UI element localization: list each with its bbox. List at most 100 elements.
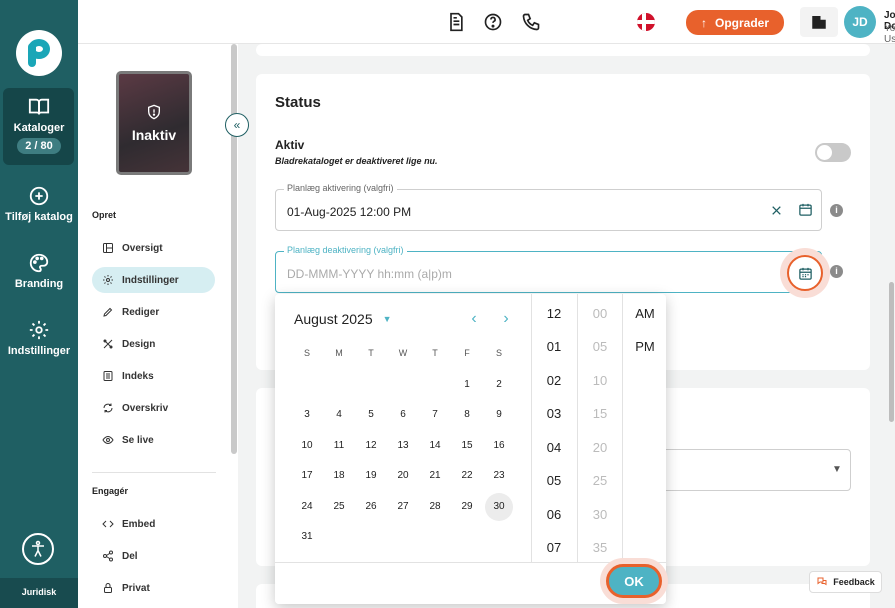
- list-icon: [103, 371, 113, 381]
- calendar-day[interactable]: 12: [357, 432, 385, 460]
- calendar-day[interactable]: 11: [325, 432, 353, 460]
- caret-down-icon: ▼: [832, 464, 842, 475]
- activation-info-icon[interactable]: i: [830, 204, 843, 217]
- calendar-day[interactable]: 4: [325, 401, 353, 429]
- calendar-day[interactable]: 1: [453, 371, 481, 399]
- rail-label-add-catalog: Tilføj katalog: [5, 211, 73, 223]
- nav-indeks[interactable]: Indeks: [92, 363, 215, 389]
- calendar-day[interactable]: 21: [421, 462, 449, 490]
- brand-logo[interactable]: [16, 30, 62, 76]
- nav-indstillinger[interactable]: Indstillinger: [92, 267, 215, 293]
- calendar-day[interactable]: 2: [485, 371, 513, 399]
- minute-option[interactable]: 35: [577, 540, 623, 555]
- aktiv-toggle[interactable]: [815, 143, 851, 162]
- calendar-day[interactable]: 9: [485, 401, 513, 429]
- calendar-day[interactable]: 24: [293, 493, 321, 521]
- calendar-day[interactable]: 22: [453, 462, 481, 490]
- hour-option[interactable]: 07: [531, 540, 577, 555]
- minute-option[interactable]: 20: [577, 440, 623, 455]
- feedback-icon: [817, 577, 827, 586]
- month-selector[interactable]: August 2025 ▼: [294, 311, 392, 327]
- hour-option[interactable]: 04: [531, 440, 577, 455]
- calendar-day[interactable]: 5: [357, 401, 385, 429]
- nav-embed[interactable]: Embed: [92, 511, 215, 537]
- calendar-day[interactable]: 18: [325, 462, 353, 490]
- avatar[interactable]: JD: [844, 6, 876, 38]
- deactivation-info-icon[interactable]: i: [830, 265, 843, 278]
- cover-status-label: Inaktiv: [131, 127, 177, 143]
- calendar-day[interactable]: 28: [421, 493, 449, 521]
- calendar-day[interactable]: 29: [453, 493, 481, 521]
- calendar-day[interactable]: 23: [485, 462, 513, 490]
- calendar-day[interactable]: 19: [357, 462, 385, 490]
- hour-option[interactable]: 03: [531, 406, 577, 421]
- hour-option[interactable]: 05: [531, 473, 577, 488]
- calendar-day[interactable]: 20: [389, 462, 417, 490]
- nav-rediger[interactable]: Rediger: [92, 299, 215, 325]
- minute-option[interactable]: 30: [577, 507, 623, 522]
- calendar-day[interactable]: 25: [325, 493, 353, 521]
- calendar-day[interactable]: 26: [357, 493, 385, 521]
- activation-field-value: 01-Aug-2025 12:00 PM: [287, 205, 412, 219]
- clear-icon[interactable]: [770, 204, 783, 217]
- pm-option[interactable]: PM: [622, 339, 666, 354]
- hour-option[interactable]: 12: [531, 306, 577, 321]
- rail-item-add-catalog[interactable]: Tilføj katalog: [0, 185, 78, 223]
- next-month-button[interactable]: ›: [497, 310, 515, 328]
- prev-month-button[interactable]: ‹: [465, 310, 483, 328]
- minute-option[interactable]: 25: [577, 473, 623, 488]
- minute-option[interactable]: 15: [577, 406, 623, 421]
- calendar-day[interactable]: 17: [293, 462, 321, 490]
- minute-option[interactable]: 10: [577, 373, 623, 388]
- calendar-day[interactable]: 27: [389, 493, 417, 521]
- hour-option[interactable]: 01: [531, 339, 577, 354]
- activation-field[interactable]: Planlæg aktivering (valgfri) 01-Aug-2025…: [275, 183, 822, 231]
- phone-icon[interactable]: [521, 12, 541, 32]
- nav-privat[interactable]: Privat: [92, 575, 215, 601]
- help-icon[interactable]: [483, 12, 503, 32]
- rail-item-branding[interactable]: Branding: [0, 252, 78, 290]
- status-heading: Status: [275, 94, 321, 111]
- upgrade-button[interactable]: ↑ Opgrader: [686, 10, 784, 35]
- minute-option[interactable]: 00: [577, 306, 623, 321]
- accessibility-icon: [32, 540, 44, 557]
- nav-oversigt[interactable]: Oversigt: [92, 235, 215, 261]
- nav-label: Se live: [122, 434, 154, 446]
- nav-se-live[interactable]: Se live: [92, 427, 215, 453]
- calendar-day[interactable]: 3: [293, 401, 321, 429]
- language-flag-icon[interactable]: [637, 13, 655, 31]
- ok-button[interactable]: OK: [606, 564, 662, 598]
- calendar-day[interactable]: 16: [485, 432, 513, 460]
- document-icon[interactable]: [446, 12, 466, 32]
- legal-link[interactable]: Juridisk: [0, 578, 78, 608]
- calendar-day[interactable]: 31: [293, 523, 321, 551]
- sidebar-divider: [92, 472, 216, 473]
- accessibility-button[interactable]: [22, 533, 54, 565]
- calendar-day[interactable]: 30: [485, 492, 513, 521]
- calendar-day[interactable]: 15: [453, 432, 481, 460]
- nav-del[interactable]: Del: [92, 543, 215, 569]
- feedback-button[interactable]: Feedback: [809, 571, 882, 593]
- calendar-day[interactable]: 10: [293, 432, 321, 460]
- hour-option[interactable]: 06: [531, 507, 577, 522]
- nav-overskriv[interactable]: Overskriv: [92, 395, 215, 421]
- am-option[interactable]: AM: [622, 306, 666, 321]
- hour-option[interactable]: 02: [531, 373, 577, 388]
- rail-item-settings[interactable]: Indstillinger: [0, 319, 78, 357]
- organization-button[interactable]: [800, 7, 838, 37]
- calendar-day[interactable]: 7: [421, 401, 449, 429]
- sidebar-scrollbar[interactable]: [231, 44, 237, 454]
- calendar-day[interactable]: 8: [453, 401, 481, 429]
- minute-option[interactable]: 05: [577, 339, 623, 354]
- calendar-day[interactable]: 6: [389, 401, 417, 429]
- calendar-icon[interactable]: [798, 202, 813, 217]
- rail-item-kataloger[interactable]: Kataloger 2 / 80: [0, 96, 78, 154]
- collapse-sidebar-button[interactable]: «: [225, 113, 249, 137]
- nav-label: Rediger: [122, 306, 160, 318]
- nav-design[interactable]: Design: [92, 331, 215, 357]
- main-scrollbar[interactable]: [889, 282, 894, 422]
- calendar-day[interactable]: 14: [421, 432, 449, 460]
- deactivation-field[interactable]: Planlæg deaktivering (valgfri) DD-MMM-YY…: [275, 245, 822, 293]
- deactivation-calendar-button[interactable]: [787, 255, 823, 291]
- calendar-day[interactable]: 13: [389, 432, 417, 460]
